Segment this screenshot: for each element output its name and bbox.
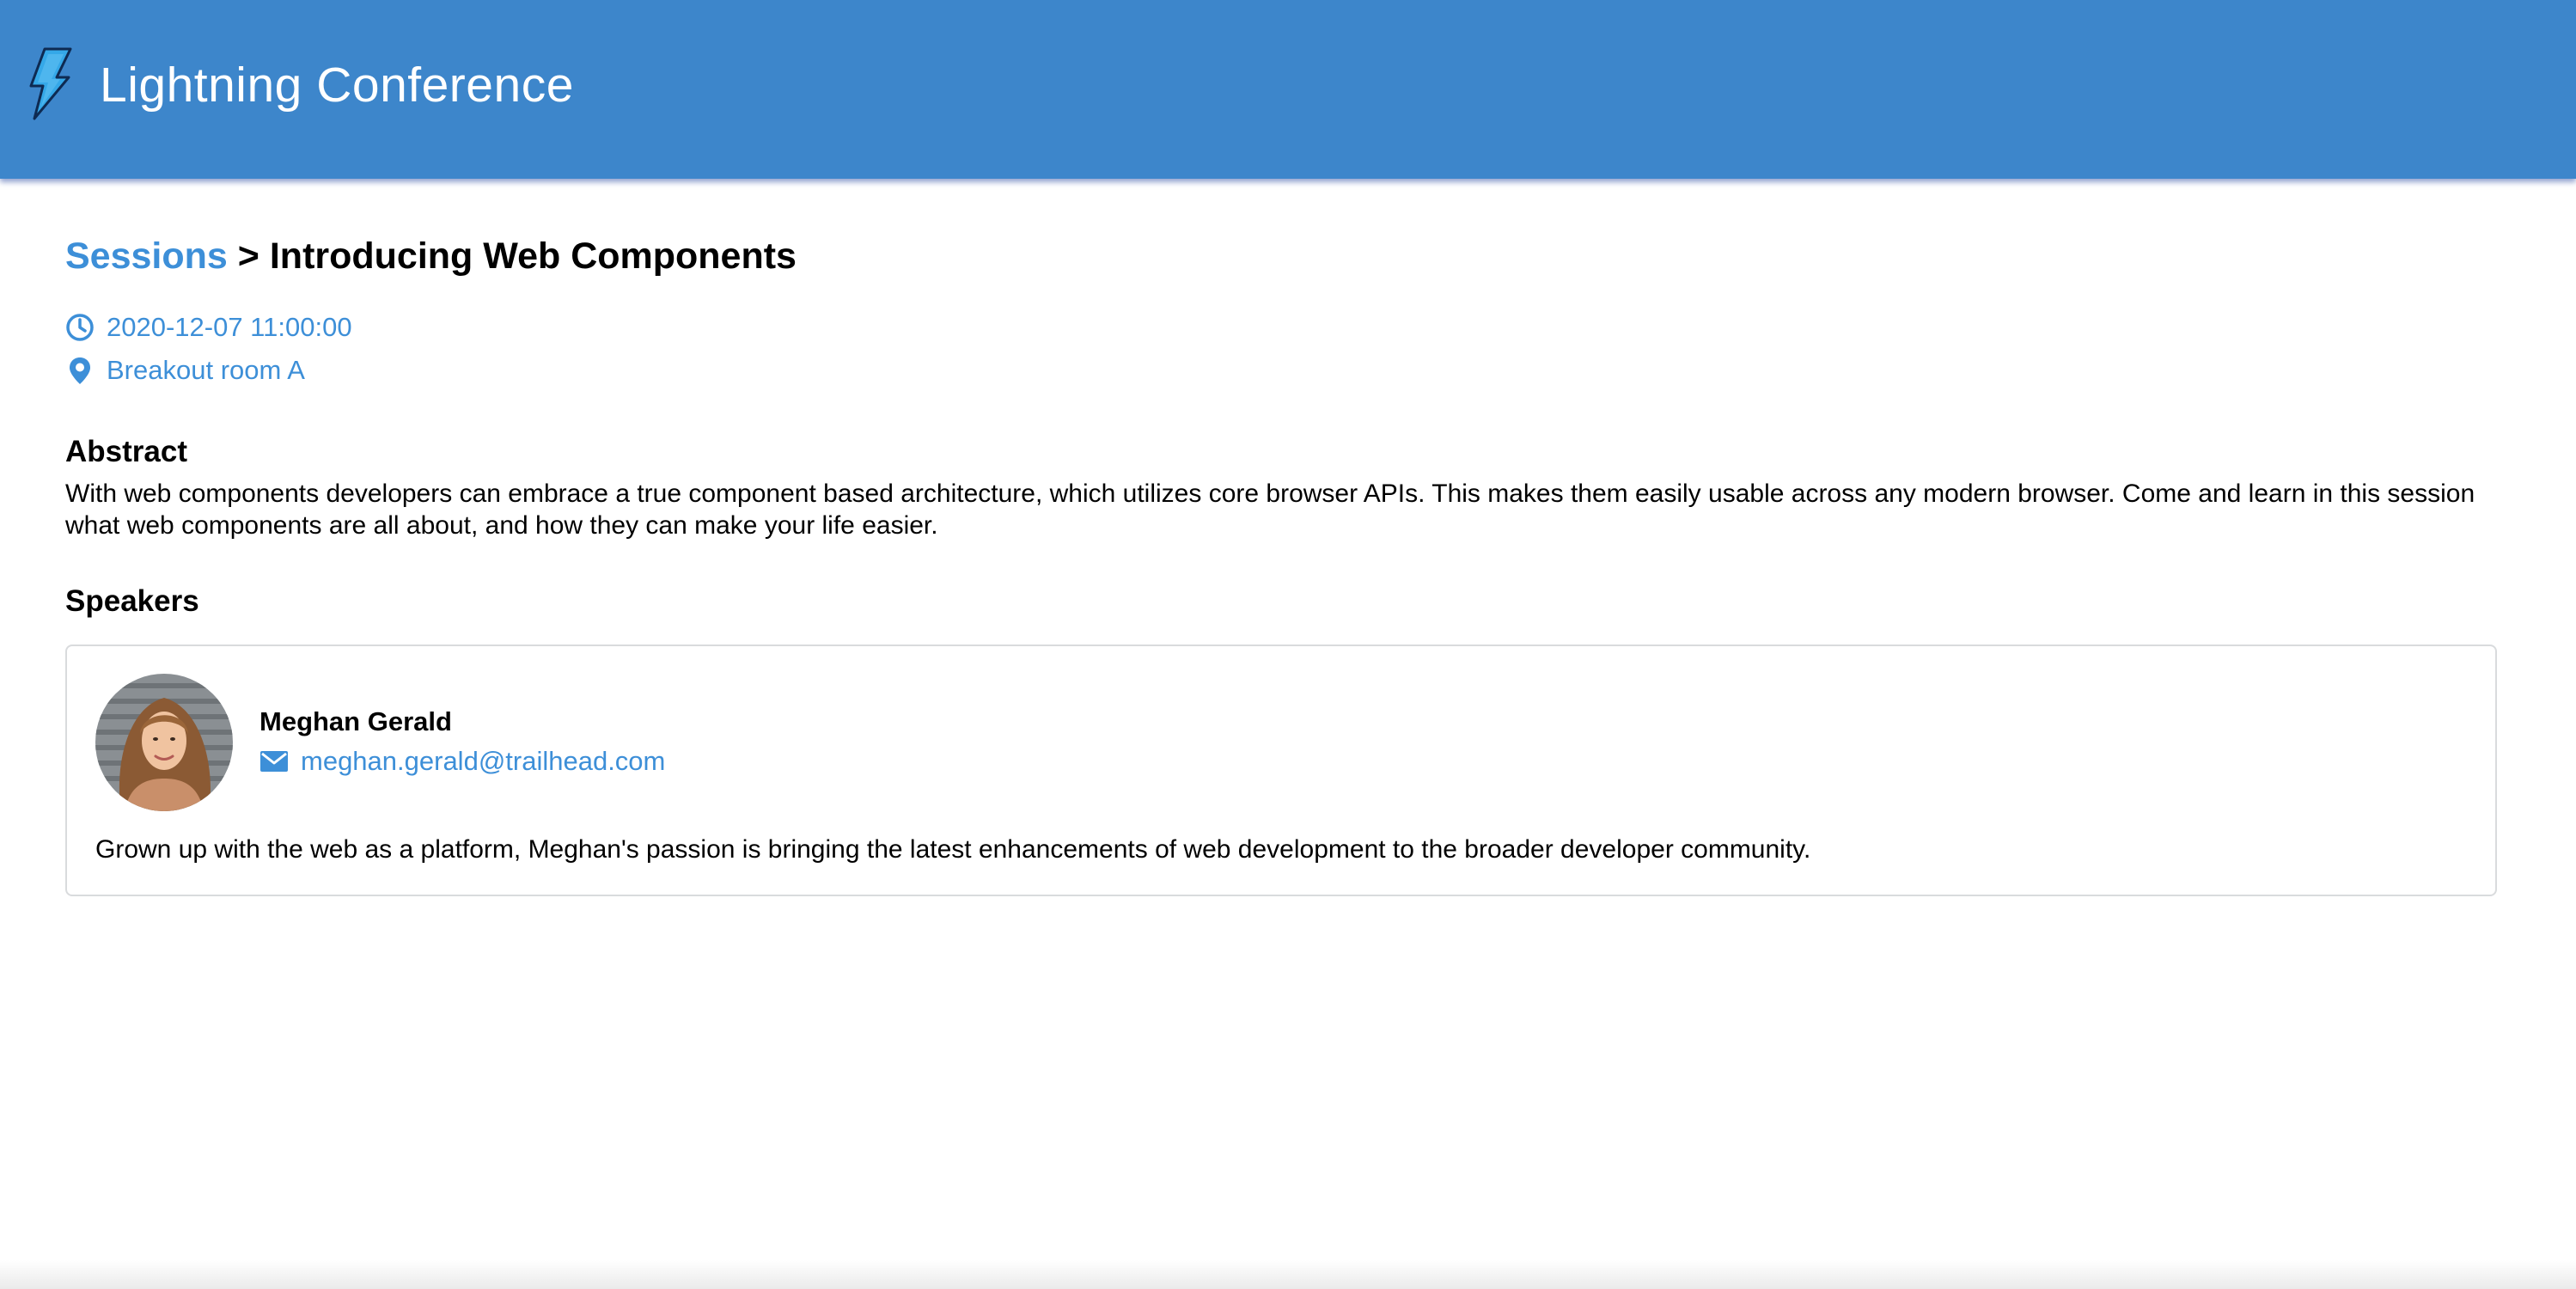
session-meta: 2020-12-07 11:00:00 Breakout room A <box>65 306 2499 392</box>
bottom-shadow <box>0 1260 2576 1289</box>
speaker-avatar <box>95 674 233 811</box>
speaker-email-row: meghan.gerald@trailhead.com <box>259 744 665 779</box>
breadcrumb: Sessions > Introducing Web Components <box>65 232 2499 280</box>
breadcrumb-sessions-link[interactable]: Sessions <box>65 235 228 277</box>
breadcrumb-separator: > <box>237 235 259 277</box>
app-title: Lightning Conference <box>100 58 574 113</box>
lightning-bolt-icon <box>26 46 76 120</box>
abstract-text: With web components developers can embra… <box>65 480 2475 540</box>
session-title: Introducing Web Components <box>269 235 797 277</box>
speaker-email-link[interactable]: meghan.gerald@trailhead.com <box>301 744 665 779</box>
speakers-heading: Speakers <box>65 584 199 618</box>
app-header: Lightning Conference <box>0 0 2576 179</box>
session-room-row: Breakout room A <box>65 349 2499 392</box>
abstract-heading: Abstract <box>65 435 187 468</box>
location-pin-icon <box>65 356 95 385</box>
clock-icon <box>65 313 95 342</box>
speaker-name: Meghan Gerald <box>259 706 452 736</box>
speaker-bio: Grown up with the web as a platform, Meg… <box>95 835 1811 864</box>
session-datetime: 2020-12-07 11:00:00 <box>107 312 352 342</box>
session-datetime-row: 2020-12-07 11:00:00 <box>65 306 2499 349</box>
session-room: Breakout room A <box>107 355 305 385</box>
speaker-card: Meghan Gerald meghan.gerald@trailhead.co… <box>65 644 2497 896</box>
session-detail: Sessions > Introducing Web Components 20… <box>65 232 2499 896</box>
envelope-icon <box>259 750 289 773</box>
